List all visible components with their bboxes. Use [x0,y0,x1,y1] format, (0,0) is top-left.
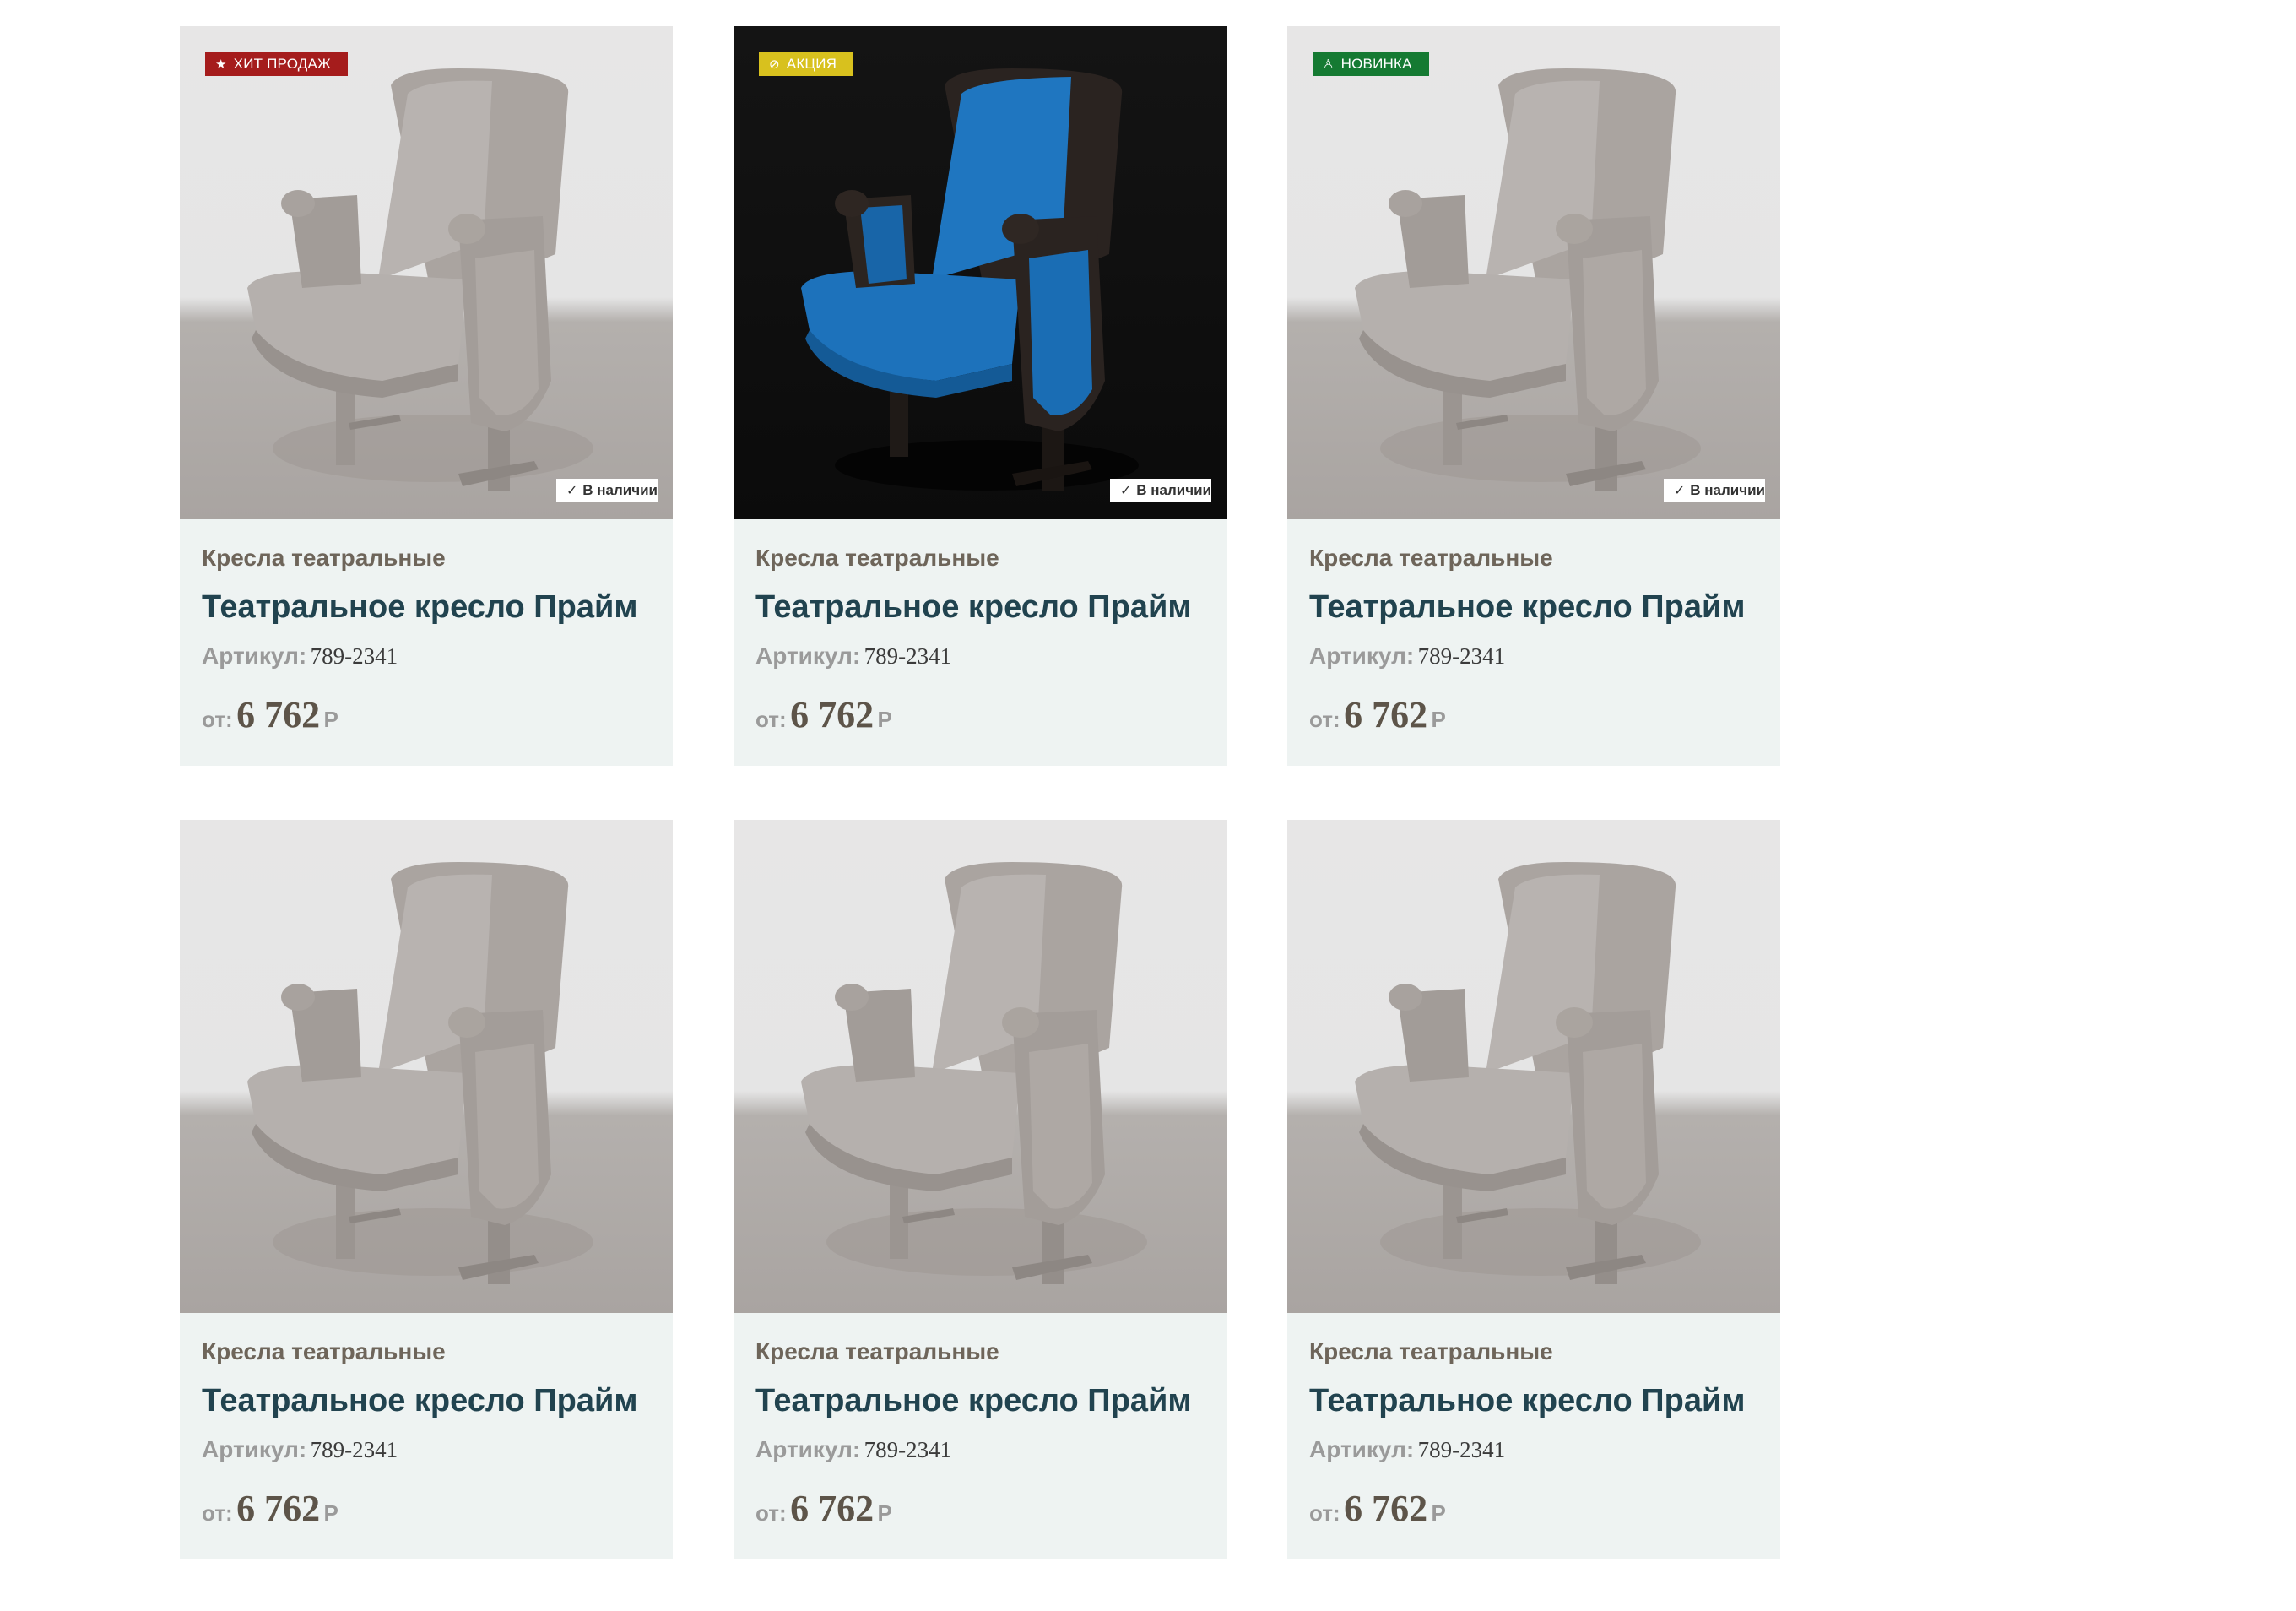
badge-label: АКЦИЯ [786,56,837,72]
price-row: от: 6 762 Р [755,690,1205,740]
price-value: 6 762 [1344,1488,1428,1529]
product-card[interactable]: ♙ НОВИНКА ✓ В наличии Кресла театральные… [1287,26,1780,766]
badge-label: ХИТ ПРОДАЖ [233,56,331,72]
stock-label: В наличии [1690,482,1765,498]
price-currency: Р [1431,707,1446,732]
sku-value: 789-2341 [1417,643,1506,669]
check-icon: ✓ [1673,484,1686,498]
product-grid: ★ ХИТ ПРОДАЖ ✓ В наличии Кресла театраль… [180,26,1780,1559]
sku-label: Артикул: [755,643,861,669]
bell-icon: ♙ [1323,57,1335,72]
sku-row: Артикул: 789-2341 [202,636,651,676]
theater-chair-image [1355,862,1701,1284]
price-row: от: 6 762 Р [202,690,651,740]
product-title[interactable]: Театральное кресло Прайм [755,585,1205,629]
product-category[interactable]: Кресла театральные [202,541,651,575]
theater-chair-image [801,68,1139,491]
sku-label: Артикул: [1309,1436,1415,1462]
stock-badge: ✓ В наличии [1663,479,1765,502]
price-from-label: от: [1309,707,1340,732]
product-title[interactable]: Театральное кресло Прайм [202,1379,651,1423]
sku-label: Артикул: [1309,643,1415,669]
sku-row: Артикул: 789-2341 [755,1429,1205,1470]
sku-value: 789-2341 [864,643,952,669]
product-category[interactable]: Кресла театральные [202,1335,651,1369]
price-row: от: 6 762 Р [1309,1484,1758,1534]
product-title[interactable]: Театральное кресло Прайм [755,1379,1205,1423]
stock-badge: ✓ В наличии [1109,479,1211,502]
sku-value: 789-2341 [310,643,398,669]
product-image[interactable] [180,820,673,1313]
product-title[interactable]: Театральное кресло Прайм [202,585,651,629]
sku-label: Артикул: [202,1436,307,1462]
price-from-label: от: [755,707,787,732]
stock-label: В наличии [582,482,658,498]
product-card[interactable]: Кресла театральные Театральное кресло Пр… [180,820,673,1559]
theater-chair-image [247,68,593,491]
price-row: от: 6 762 Р [755,1484,1205,1534]
check-icon: ✓ [1119,484,1132,498]
price-from-label: от: [755,1500,787,1526]
product-category[interactable]: Кресла театральные [1309,1335,1758,1369]
price-currency: Р [323,1500,338,1526]
price-row: от: 6 762 Р [1309,690,1758,740]
stock-label: В наличии [1136,482,1211,498]
sku-row: Артикул: 789-2341 [1309,1429,1758,1470]
product-image[interactable]: ♙ НОВИНКА ✓ В наличии [1287,26,1780,519]
product-category[interactable]: Кресла театральные [1309,541,1758,575]
product-title[interactable]: Театральное кресло Прайм [1309,1379,1758,1423]
price-from-label: от: [202,707,233,732]
price-value: 6 762 [790,1488,875,1529]
sku-row: Артикул: 789-2341 [202,1429,651,1470]
product-image[interactable]: ⊘ АКЦИЯ ✓ В наличии [734,26,1227,519]
price-currency: Р [1431,1500,1446,1526]
badge-new: ♙ НОВИНКА [1313,52,1429,76]
price-from-label: от: [202,1500,233,1526]
price-value: 6 762 [236,694,321,735]
product-image[interactable] [1287,820,1780,1313]
badge-bestseller: ★ ХИТ ПРОДАЖ [205,52,348,76]
star-icon: ★ [215,57,227,72]
theater-chair-image [801,862,1147,1284]
price-value: 6 762 [790,694,875,735]
product-card[interactable]: Кресла театральные Театральное кресло Пр… [734,820,1227,1559]
theater-chair-image [247,862,593,1284]
product-image[interactable]: ★ ХИТ ПРОДАЖ ✓ В наличии [180,26,673,519]
product-category[interactable]: Кресла театральные [755,541,1205,575]
product-title[interactable]: Театральное кресло Прайм [1309,585,1758,629]
price-value: 6 762 [1344,694,1428,735]
check-icon: ✓ [566,484,578,498]
theater-chair-image [1355,68,1701,491]
sku-row: Артикул: 789-2341 [755,636,1205,676]
sku-value: 789-2341 [864,1437,952,1462]
product-card[interactable]: Кресла театральные Театральное кресло Пр… [1287,820,1780,1559]
price-value: 6 762 [236,1488,321,1529]
stock-badge: ✓ В наличии [555,479,658,502]
product-category[interactable]: Кресла театральные [755,1335,1205,1369]
price-currency: Р [877,1500,892,1526]
product-card[interactable]: ⊘ АКЦИЯ ✓ В наличии Кресла театральные Т… [734,26,1227,766]
sku-value: 789-2341 [1417,1437,1506,1462]
price-currency: Р [323,707,338,732]
sku-row: Артикул: 789-2341 [1309,636,1758,676]
price-from-label: от: [1309,1500,1340,1526]
price-row: от: 6 762 Р [202,1484,651,1534]
price-currency: Р [877,707,892,732]
badge-sale: ⊘ АКЦИЯ [759,52,854,76]
product-card[interactable]: ★ ХИТ ПРОДАЖ ✓ В наличии Кресла театраль… [180,26,673,766]
percent-icon: ⊘ [769,57,780,72]
badge-label: НОВИНКА [1340,56,1412,72]
sku-label: Артикул: [202,643,307,669]
sku-value: 789-2341 [310,1437,398,1462]
product-image[interactable] [734,820,1227,1313]
sku-label: Артикул: [755,1436,861,1462]
